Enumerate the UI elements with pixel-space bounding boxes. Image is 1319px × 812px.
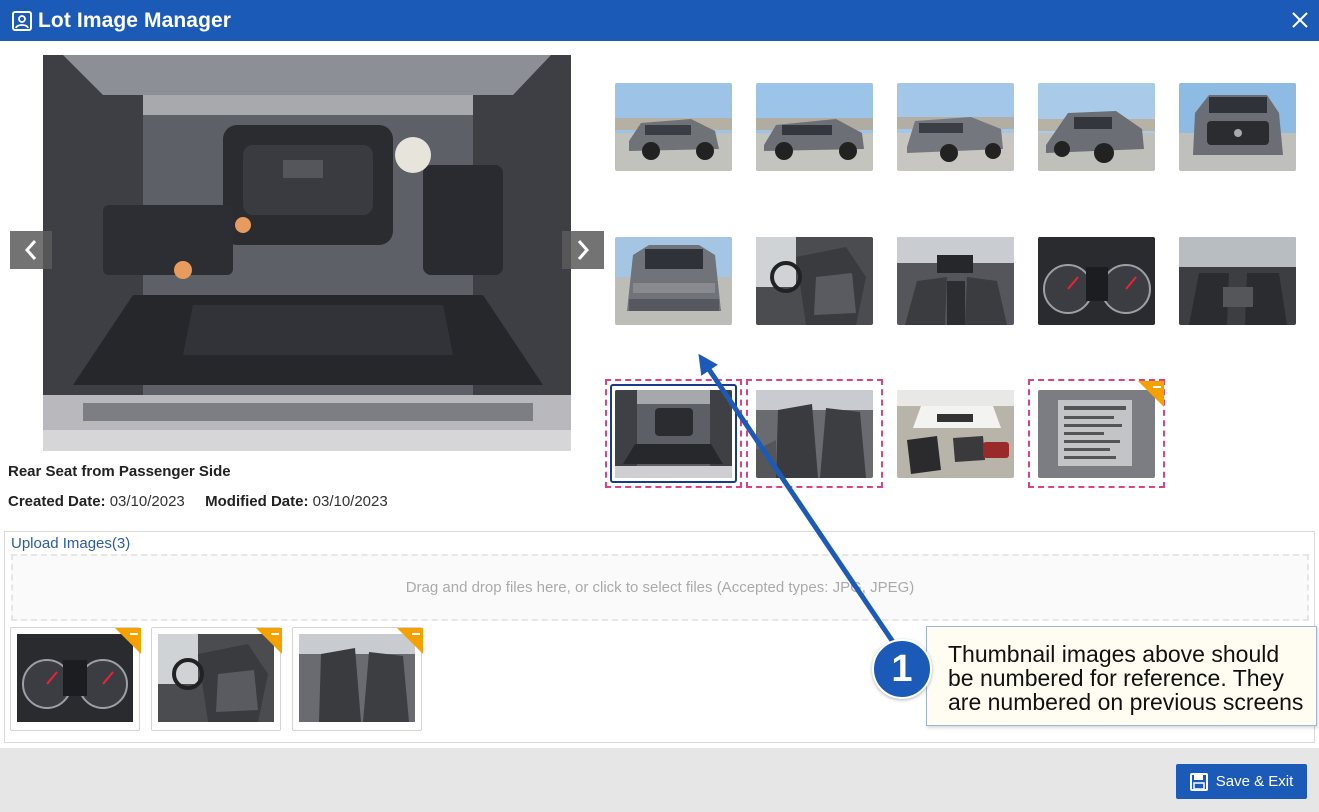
created-date-value: 03/10/2023 <box>109 493 185 510</box>
thumbnail-2[interactable] <box>756 83 873 171</box>
annotation-callout: Thumbnail images above should be numbere… <box>926 626 1317 726</box>
save-exit-button[interactable]: Save & Exit <box>1176 764 1307 799</box>
footer-bar <box>0 748 1319 812</box>
uploaded-image-card-2[interactable] <box>151 627 282 731</box>
uploaded-image-card-1[interactable] <box>10 627 141 731</box>
modified-date-label: Modified Date: <box>205 493 309 510</box>
uploaded-image-card-3[interactable] <box>292 627 423 731</box>
file-dropzone[interactable]: Drag and drop files here, or click to se… <box>11 554 1309 621</box>
next-image-button[interactable] <box>562 231 604 269</box>
thumbnail-5[interactable] <box>1179 83 1296 171</box>
chevron-left-icon <box>24 240 37 260</box>
dropzone-text: Drag and drop files here, or click to se… <box>405 579 915 596</box>
thumbnail-8[interactable] <box>897 237 1014 325</box>
minus-icon <box>1153 386 1161 388</box>
minus-icon <box>412 633 420 635</box>
modified-date-value: 03/10/2023 <box>312 493 388 510</box>
upload-images-link[interactable]: Upload Images(3) <box>11 535 130 552</box>
chevron-right-icon <box>577 240 590 260</box>
main-image-viewer <box>43 55 571 451</box>
remove-flag-icon[interactable] <box>397 628 423 654</box>
thumbnail-3[interactable] <box>897 83 1014 171</box>
thumbnail-12[interactable] <box>756 390 873 478</box>
thumbnail-4[interactable] <box>1038 83 1155 171</box>
annotation-number-badge: 1 <box>872 639 932 699</box>
window-title: Lot Image Manager <box>38 8 232 32</box>
thumbnail-6[interactable] <box>615 237 732 325</box>
thumbnail-9[interactable] <box>1038 237 1155 325</box>
close-icon[interactable] <box>1287 7 1313 33</box>
floppy-disk-icon <box>1189 772 1208 791</box>
previous-image-button[interactable] <box>10 231 52 269</box>
thumbnail-10[interactable] <box>1179 237 1296 325</box>
minus-icon <box>130 633 138 635</box>
thumbnail-1[interactable] <box>615 83 732 171</box>
remove-flag-icon[interactable] <box>115 628 141 654</box>
remove-flag-icon[interactable] <box>256 628 282 654</box>
title-bar: Lot Image Manager <box>0 0 1319 41</box>
save-exit-label: Save & Exit <box>1215 773 1294 790</box>
thumbnail-7[interactable] <box>756 237 873 325</box>
thumbnail-13[interactable] <box>897 390 1014 478</box>
image-icon <box>12 10 32 31</box>
annotation-text: Thumbnail images above should be numbere… <box>948 641 1304 715</box>
main-image <box>43 55 571 451</box>
image-caption: Rear Seat from Passenger Side <box>8 463 231 480</box>
minus-icon <box>271 633 279 635</box>
created-date-label: Created Date: <box>8 493 106 510</box>
thumbnail-11[interactable] <box>615 390 732 478</box>
remove-flag-icon[interactable] <box>1138 381 1164 407</box>
image-dates: Created Date: 03/10/2023 Modified Date: … <box>8 493 388 510</box>
